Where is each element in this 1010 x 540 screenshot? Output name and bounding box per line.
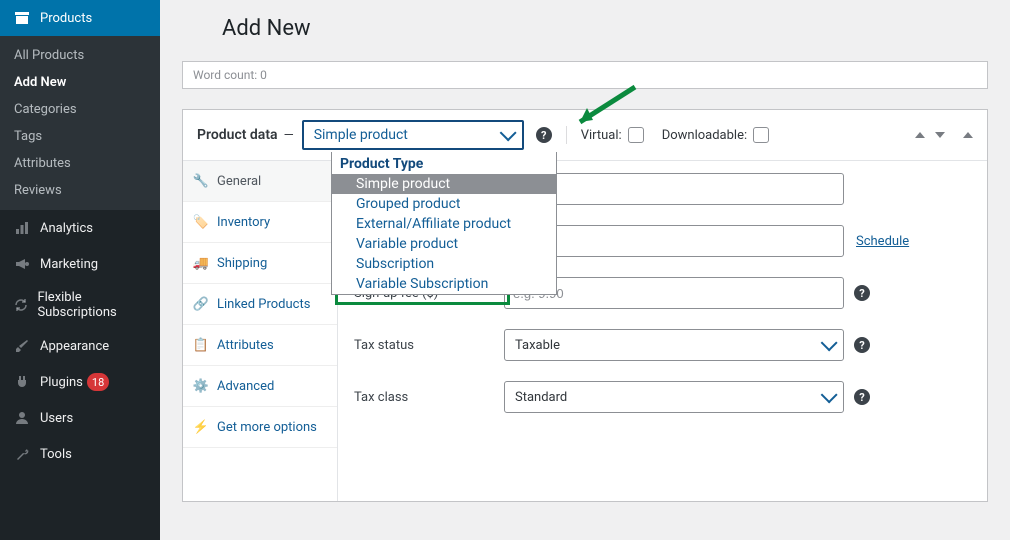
panel-controls xyxy=(915,132,973,138)
move-down-icon[interactable] xyxy=(935,132,945,138)
sub-categories[interactable]: Categories xyxy=(0,96,160,123)
list-icon: 📋 xyxy=(193,337,209,353)
tab-more[interactable]: ⚡ Get more options xyxy=(183,407,337,448)
option-variable[interactable]: Variable product xyxy=(332,234,556,254)
tab-label: Linked Products xyxy=(217,297,310,312)
tab-label: Get more options xyxy=(217,420,317,435)
user-icon xyxy=(12,408,32,428)
option-variable-subscription[interactable]: Variable Subscription xyxy=(332,274,556,294)
chevron-down-icon xyxy=(821,334,838,351)
chart-icon xyxy=(12,218,32,238)
sidebar-item-analytics[interactable]: Analytics xyxy=(0,210,160,246)
tab-label: Advanced xyxy=(217,379,274,394)
sidebar-item-flexible-subs[interactable]: Flexible Subscriptions xyxy=(0,282,160,328)
downloadable-checkbox[interactable] xyxy=(753,127,769,143)
truck-icon: 🚚 xyxy=(193,255,209,271)
refresh-dollar-icon xyxy=(12,295,29,315)
sidebar-item-tools[interactable]: Tools xyxy=(0,436,160,472)
sidebar-label: Tools xyxy=(40,447,72,462)
tab-label: Inventory xyxy=(217,215,270,230)
select-value: Simple product xyxy=(314,127,408,143)
panel-body: 🔧 General 🏷️ Inventory 🚚 Shipping 🔗 Linked P… xyxy=(183,161,987,501)
toggle-panel-icon[interactable] xyxy=(963,132,973,138)
sidebar-label: Analytics xyxy=(40,221,93,236)
main-content: Add New Word count: 0 Product data — Sim… xyxy=(160,0,1010,540)
product-type-dropdown: Product Type Simple product Grouped prod… xyxy=(331,152,557,295)
tax-status-select[interactable]: Taxable xyxy=(504,329,844,361)
dropdown-group-label: Product Type xyxy=(332,152,556,174)
tab-linked[interactable]: 🔗 Linked Products xyxy=(183,284,337,325)
tab-advanced[interactable]: ⚙️ Advanced xyxy=(183,366,337,407)
gear-icon: ⚙️ xyxy=(193,378,209,394)
page-title: Add New xyxy=(182,0,988,61)
sub-tags[interactable]: Tags xyxy=(0,123,160,150)
move-up-icon[interactable] xyxy=(915,132,925,138)
help-icon[interactable]: ? xyxy=(854,389,870,405)
help-icon[interactable]: ? xyxy=(854,337,870,353)
tab-shipping[interactable]: 🚚 Shipping xyxy=(183,243,337,284)
virtual-checkbox[interactable] xyxy=(628,127,644,143)
tab-label: Shipping xyxy=(217,256,267,271)
option-grouped[interactable]: Grouped product xyxy=(332,194,556,214)
tab-label: General xyxy=(217,174,261,189)
chevron-down-icon xyxy=(821,386,838,403)
wrench-icon xyxy=(12,444,32,464)
sidebar-label: Marketing xyxy=(40,257,98,272)
panel-header: Product data — Simple product ? Virtual:… xyxy=(183,110,987,161)
sub-attributes[interactable]: Attributes xyxy=(0,150,160,177)
option-simple[interactable]: Simple product xyxy=(332,174,556,194)
megaphone-icon xyxy=(12,254,32,274)
option-subscription[interactable]: Subscription xyxy=(332,254,556,274)
sidebar-item-plugins[interactable]: Plugins 18 xyxy=(0,364,160,400)
product-data-panel: Product data — Simple product ? Virtual:… xyxy=(182,109,988,502)
wrench-icon: 🔧 xyxy=(193,173,209,189)
admin-sidebar: Products All Products Add New Categories… xyxy=(0,0,160,540)
downloadable-wrap: Downloadable: xyxy=(662,127,769,143)
lightning-icon: ⚡ xyxy=(193,419,209,435)
tax-class-select[interactable]: Standard xyxy=(504,381,844,413)
sidebar-label: Plugins xyxy=(40,375,83,390)
tax-class-label: Tax class xyxy=(354,390,504,405)
help-icon[interactable]: ? xyxy=(854,285,870,301)
sub-reviews[interactable]: Reviews xyxy=(0,177,160,204)
update-badge: 18 xyxy=(87,373,109,391)
separator xyxy=(566,126,567,144)
select-value: Taxable xyxy=(515,338,560,353)
virtual-label: Virtual: xyxy=(581,128,622,143)
product-tabs: 🔧 General 🏷️ Inventory 🚚 Shipping 🔗 Linked P… xyxy=(183,161,338,501)
link-icon: 🔗 xyxy=(193,296,209,312)
tab-inventory[interactable]: 🏷️ Inventory xyxy=(183,202,337,243)
sidebar-item-marketing[interactable]: Marketing xyxy=(0,246,160,282)
tab-label: Attributes xyxy=(217,338,274,353)
tab-general[interactable]: 🔧 General xyxy=(183,161,337,202)
schedule-link[interactable]: Schedule xyxy=(856,234,909,249)
sidebar-item-products[interactable]: Products xyxy=(0,0,160,36)
sidebar-label: Flexible Subscriptions xyxy=(37,290,148,320)
sub-all-products[interactable]: All Products xyxy=(0,42,160,69)
sub-add-new[interactable]: Add New xyxy=(0,69,160,96)
downloadable-label: Downloadable: xyxy=(662,128,747,143)
sidebar-submenu: All Products Add New Categories Tags Att… xyxy=(0,36,160,210)
archive-icon xyxy=(12,8,32,28)
sidebar-label: Products xyxy=(40,11,92,26)
dash: — xyxy=(284,128,294,143)
virtual-wrap: Virtual: xyxy=(581,127,644,143)
word-count-box: Word count: 0 xyxy=(182,61,988,89)
sidebar-item-users[interactable]: Users xyxy=(0,400,160,436)
option-external[interactable]: External/Affiliate product xyxy=(332,214,556,234)
plug-icon xyxy=(12,372,32,392)
sidebar-label: Users xyxy=(40,411,73,426)
help-icon[interactable]: ? xyxy=(536,127,552,143)
sidebar-item-appearance[interactable]: Appearance xyxy=(0,328,160,364)
sidebar-label: Appearance xyxy=(40,339,109,354)
tab-attributes[interactable]: 📋 Attributes xyxy=(183,325,337,366)
brush-icon xyxy=(12,336,32,356)
panel-title: Product data xyxy=(197,127,278,143)
chevron-down-icon xyxy=(499,124,516,141)
tax-status-label: Tax status xyxy=(354,338,504,353)
product-type-select[interactable]: Simple product xyxy=(302,120,524,150)
tag-icon: 🏷️ xyxy=(193,214,209,230)
select-value: Standard xyxy=(515,390,567,405)
